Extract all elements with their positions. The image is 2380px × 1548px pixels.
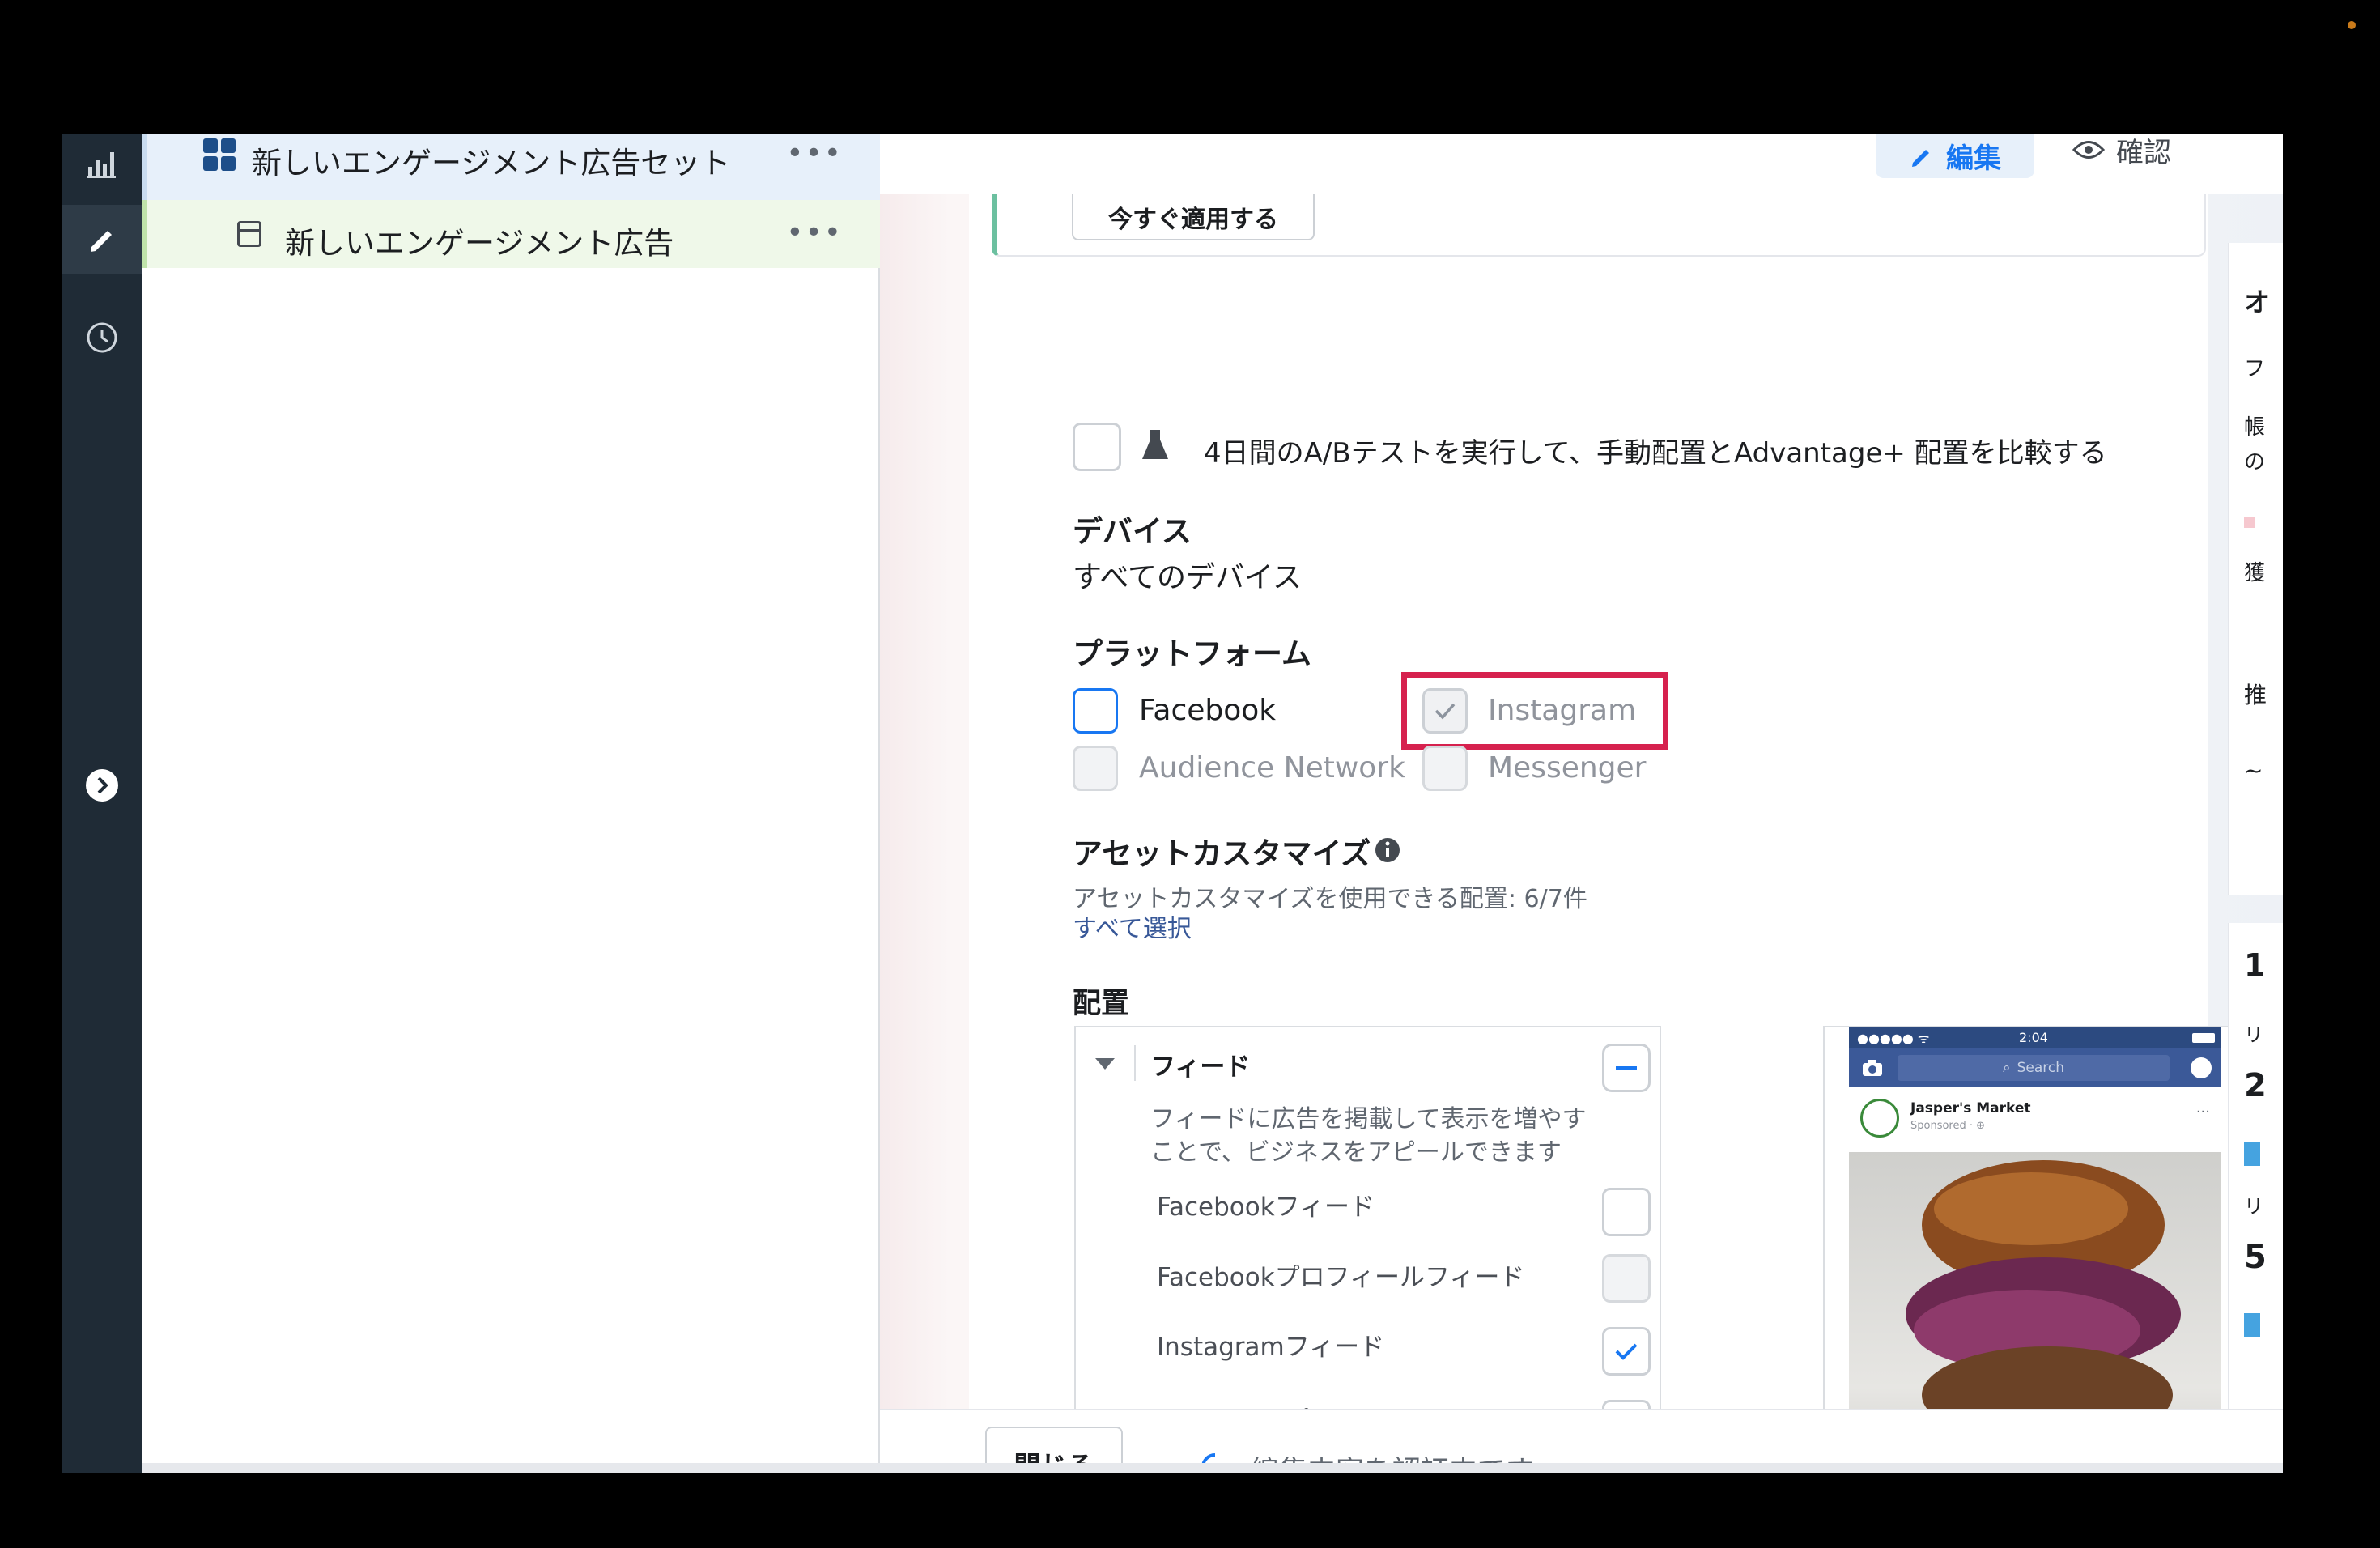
instagram-label: Instagram — [1488, 694, 1637, 727]
divider — [1134, 1045, 1136, 1081]
page-name: Jasper's Market — [1910, 1100, 2031, 1116]
battery-icon — [2192, 1033, 2215, 1043]
summary-char: ~ — [2244, 757, 2263, 784]
right-summary-panel: オ フ 帳 の 獲 推 ~ 1 リ 2 リ 5 — [2228, 243, 2283, 1409]
placement-list: フィード フィードに広告を掲載して表示を増やす ことで、ビジネスをアピールできま… — [1074, 1026, 1661, 1473]
placement-settings-panel: 今すぐ適用する 4日間のA/Bテストを実行して、手動配置とAdvantage+ … — [969, 194, 2244, 1473]
facebook-feed-label: Facebookフィード — [1157, 1193, 1375, 1222]
adset-more-icon[interactable]: ••• — [786, 137, 843, 170]
review-tab[interactable]: 確認 — [2072, 134, 2171, 169]
left-rail — [62, 134, 142, 1473]
asset-customization-heading: アセットカスタマイズ — [1073, 836, 1371, 871]
tree-item-ad[interactable]: 新しいエンゲージメント広告 ••• — [142, 200, 883, 268]
page-avatar — [1860, 1099, 1899, 1138]
pencil-icon — [1912, 149, 1929, 167]
campaign-tree: 新しいエンゲージメント広告セット ••• 新しいエンゲージメント広告 ••• — [142, 134, 883, 1473]
summary-char: オ — [2244, 287, 2271, 317]
signal-icon: ●●●●● ᯤ — [1857, 1031, 1930, 1046]
summary-char: の — [2244, 450, 2266, 474]
info-icon[interactable] — [1374, 836, 1401, 864]
camera-icon — [1863, 1060, 1882, 1076]
instagram-feed-label: Instagramフィード — [1157, 1333, 1385, 1362]
facebook-feed-checkbox[interactable] — [1602, 1188, 1651, 1236]
facebook-profile-feed-checkbox[interactable] — [1602, 1254, 1651, 1303]
summary-char: 推 — [2244, 682, 2267, 708]
recommendation-card: 今すぐ適用する — [992, 194, 2206, 257]
adset-grid-icon — [203, 138, 236, 171]
rail-expand[interactable] — [62, 753, 142, 818]
ad-label: 新しいエンゲージメント広告 — [285, 226, 674, 261]
chevron-right-circle-icon — [86, 769, 118, 802]
clock-icon — [87, 322, 117, 353]
summary-char: リ — [2244, 1195, 2263, 1218]
apply-now-button[interactable]: 今すぐ適用する — [1072, 194, 1315, 240]
edit-tab-label: 編集 — [1946, 142, 2001, 175]
adset-label: 新しいエンゲージメント広告セット — [252, 146, 731, 181]
window-bottom-edge — [142, 1463, 2283, 1473]
ad-more-icon[interactable]: ••• — [786, 216, 843, 249]
phone-time: 2:04 — [2019, 1030, 2048, 1045]
bar-chart-icon — [87, 152, 116, 178]
facebook-profile-feed-label: Facebookプロフィールフィード — [1157, 1263, 1525, 1292]
messenger-icon — [2191, 1057, 2212, 1078]
ad-page-icon — [237, 221, 261, 247]
feed-heading: フィード — [1150, 1053, 1251, 1082]
feed-desc-line2: ことで、ビジネスをアピールできます — [1150, 1138, 1562, 1167]
feed-desc-line1: フィードに広告を掲載して表示を増やす — [1150, 1105, 1587, 1133]
edit-tab[interactable]: 編集 — [1876, 134, 2034, 178]
summary-char: 帳 — [2244, 415, 2266, 440]
eye-icon — [2072, 141, 2105, 159]
feed-collapse-button[interactable] — [1602, 1044, 1651, 1092]
checkmark-icon — [1434, 703, 1456, 720]
rail-reporting[interactable] — [62, 134, 142, 192]
ab-test-label: 4日間のA/Bテストを実行して、手動配置とAdvantage+ 配置を比較する — [1204, 437, 2107, 470]
phone-status-bar: ●●●●● ᯤ 2:04 — [1849, 1027, 2221, 1048]
apply-now-label: 今すぐ適用する — [1108, 205, 1278, 234]
instagram-checkbox[interactable] — [1422, 688, 1468, 734]
rail-edit[interactable] — [62, 205, 142, 274]
phone-search-bar: ⌕ Search — [1898, 1055, 2170, 1081]
ab-test-checkbox[interactable] — [1073, 423, 1121, 471]
audience-network-checkbox[interactable] — [1073, 746, 1118, 791]
devices-heading: デバイス — [1073, 514, 1192, 549]
audience-network-label: Audience Network — [1139, 751, 1405, 785]
instagram-feed-checkbox[interactable] — [1602, 1327, 1651, 1376]
summary-char: フ — [2244, 357, 2266, 381]
placements-heading: 配置 — [1073, 988, 1130, 1020]
phone-search-label: Search — [2017, 1060, 2064, 1076]
summary-card-bottom: 1 リ 2 リ 5 — [2228, 923, 2283, 1409]
main-editor: 編集 確認 今すぐ適用する 4日間のA/Bテストを実行して、手動配置とAdvan… — [880, 134, 2283, 1473]
summary-card-top: オ フ 帳 の 獲 推 ~ — [2228, 243, 2283, 895]
phone-header: ⌕ Search — [1849, 1048, 2221, 1087]
post-header: Jasper's Market Sponsored · ⊕ ··· — [1849, 1087, 2221, 1152]
recording-indicator — [2348, 21, 2356, 29]
ad-preview-phone: ●●●●● ᯤ 2:04 ⌕ Search Jasper's Market Sp… — [1823, 1026, 2244, 1473]
devices-value: すべてのデバイス — [1073, 561, 1302, 594]
flask-icon — [1142, 430, 1168, 459]
post-more-icon: ··· — [2195, 1104, 2210, 1121]
summary-blue-bar — [2244, 1142, 2260, 1166]
pencil-icon — [91, 231, 112, 252]
summary-char: 2 — [2244, 1067, 2267, 1104]
sponsored-label: Sponsored · ⊕ — [1910, 1120, 1986, 1132]
messenger-label: Messenger — [1488, 751, 1647, 785]
rail-history[interactable] — [62, 305, 142, 370]
messenger-checkbox[interactable] — [1422, 746, 1468, 791]
summary-char: 5 — [2244, 1239, 2267, 1276]
review-tab-label: 確認 — [2116, 136, 2171, 169]
summary-char: リ — [2244, 1023, 2263, 1046]
search-icon: ⌕ — [2003, 1060, 2011, 1076]
checkmark-icon — [1615, 1343, 1638, 1360]
tree-item-adset[interactable]: 新しいエンゲージメント広告セット ••• — [142, 134, 883, 200]
select-all-link[interactable]: すべて選択 — [1073, 908, 1192, 944]
summary-char: 1 — [2244, 947, 2266, 983]
facebook-checkbox[interactable] — [1073, 688, 1118, 734]
triangle-down-icon[interactable] — [1094, 1057, 1116, 1071]
facebook-label: Facebook — [1139, 694, 1277, 727]
summary-blue-bar — [2244, 1313, 2260, 1337]
platforms-heading: プラットフォーム — [1073, 636, 1311, 671]
summary-red-bar — [2244, 517, 2255, 528]
ads-manager-window: 新しいエンゲージメント広告セット ••• 新しいエンゲージメント広告 ••• 編… — [62, 134, 2283, 1473]
summary-char: 獲 — [2244, 561, 2266, 585]
